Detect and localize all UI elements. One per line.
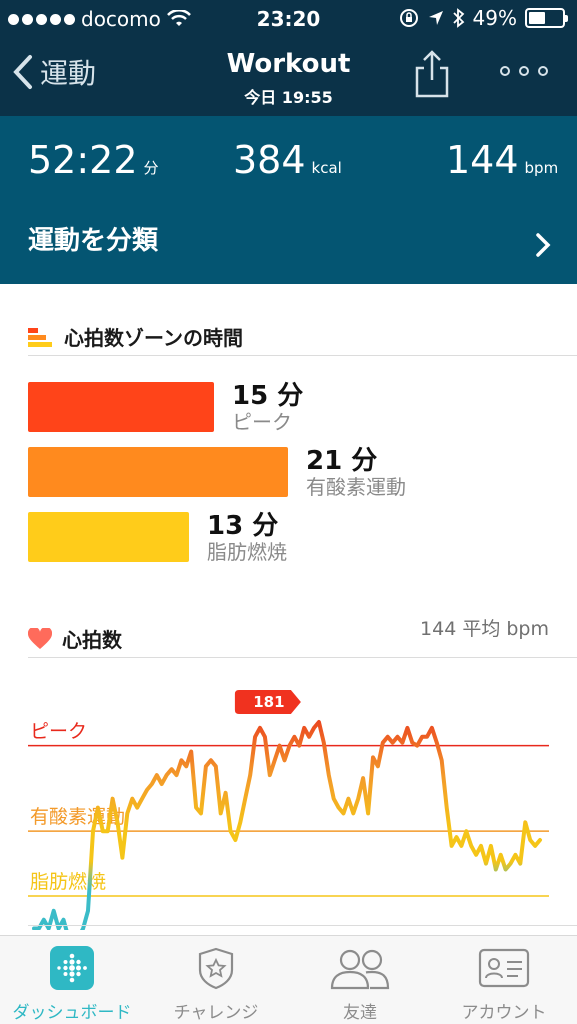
calories-unit: kcal xyxy=(311,159,342,177)
chevron-right-icon[interactable] xyxy=(535,232,551,258)
fat-burn-zone-bar xyxy=(28,512,189,562)
cardio-zone-text: 21 分 有酸素運動 xyxy=(306,447,406,499)
cardio-label: 有酸素運動 xyxy=(306,475,406,499)
zones-title: 心拍数ゾーンの時間 xyxy=(64,326,243,350)
heart-icon xyxy=(28,627,52,649)
peak-threshold-label: ピーク xyxy=(30,721,87,743)
battery-percent: 49% xyxy=(472,6,517,30)
more-options-icon[interactable] xyxy=(500,66,548,76)
tab-account-label: アカウント xyxy=(461,1003,547,1023)
max-heart-rate-label: 181 xyxy=(253,693,284,711)
peak-zone-bar xyxy=(28,382,214,432)
cardio-minutes: 21 分 xyxy=(306,446,378,476)
heart-rate-title: 心拍数 xyxy=(62,628,122,652)
fat-burn-label: 脂肪燃焼 xyxy=(207,540,287,564)
heart-rate-chart: ピーク有酸素運動脂肪燃焼 181 xyxy=(28,690,549,930)
fat-burn-zone-text: 13 分 脂肪燃焼 xyxy=(207,512,287,564)
tab-challenges[interactable]: チャレンジ xyxy=(144,936,288,1024)
navigation-bar: 運動 Workout 今日 19:55 xyxy=(0,40,577,116)
tab-challenges-label: チャレンジ xyxy=(173,1003,259,1023)
star-badge-icon xyxy=(198,947,234,990)
fitbit-dots-icon xyxy=(50,946,94,990)
zone-bars-icon xyxy=(28,327,52,347)
duration-stat: 52:22 分 xyxy=(28,138,159,182)
bluetooth-icon xyxy=(452,8,464,28)
tab-bar: ダッシュボード チャレンジ 友達 アカウント xyxy=(0,935,577,1024)
tab-account[interactable]: アカウント xyxy=(432,936,576,1024)
status-right: 49% xyxy=(399,6,568,30)
average-heart-rate: 144 平均 bpm xyxy=(420,618,549,640)
divider xyxy=(28,355,577,356)
duration-value: 52:22 xyxy=(28,138,138,182)
workout-stats-panel: 52:22 分 384 kcal 144 bpm 運動を分類 xyxy=(0,116,577,284)
peak-label: ピーク xyxy=(232,410,292,434)
friends-icon xyxy=(330,949,390,990)
status-bar: docomo 23:20 49% xyxy=(0,0,577,40)
duration-unit: 分 xyxy=(143,159,159,177)
calories-value: 384 xyxy=(233,138,306,182)
heart-rate-line xyxy=(32,720,542,930)
page-subtitle: 今日 19:55 xyxy=(244,88,333,107)
tab-dashboard[interactable]: ダッシュボード xyxy=(0,936,144,1024)
zones-header: 心拍数ゾーンの時間 xyxy=(28,322,243,351)
heart-rate-header: 心拍数 xyxy=(28,624,122,653)
share-icon[interactable] xyxy=(412,48,452,100)
max-heart-rate-marker: 181 xyxy=(234,690,301,714)
battery-icon xyxy=(525,8,568,28)
divider xyxy=(28,925,577,926)
fat-burn-threshold-label: 脂肪燃焼 xyxy=(30,871,106,893)
page-title: Workout xyxy=(226,49,351,79)
divider xyxy=(28,657,577,658)
account-card-icon xyxy=(478,948,530,988)
heart-rate-stat: 144 bpm xyxy=(446,138,558,182)
orientation-lock-icon xyxy=(399,9,418,27)
tab-dashboard-label: ダッシュボード xyxy=(12,1003,132,1023)
calories-stat: 384 kcal xyxy=(233,138,342,182)
cardio-zone-bar xyxy=(28,447,288,497)
peak-minutes: 15 分 xyxy=(232,381,304,411)
heart-rate-value: 144 xyxy=(446,138,519,182)
fat-burn-minutes: 13 分 xyxy=(207,511,279,541)
tab-friends-label: 友達 xyxy=(343,1003,377,1023)
location-icon xyxy=(428,11,443,25)
heart-rate-unit: bpm xyxy=(524,159,559,177)
tab-friends[interactable]: 友達 xyxy=(288,936,432,1024)
classify-exercise-button[interactable]: 運動を分類 xyxy=(28,220,158,257)
peak-zone-text: 15 分 ピーク xyxy=(232,382,303,434)
